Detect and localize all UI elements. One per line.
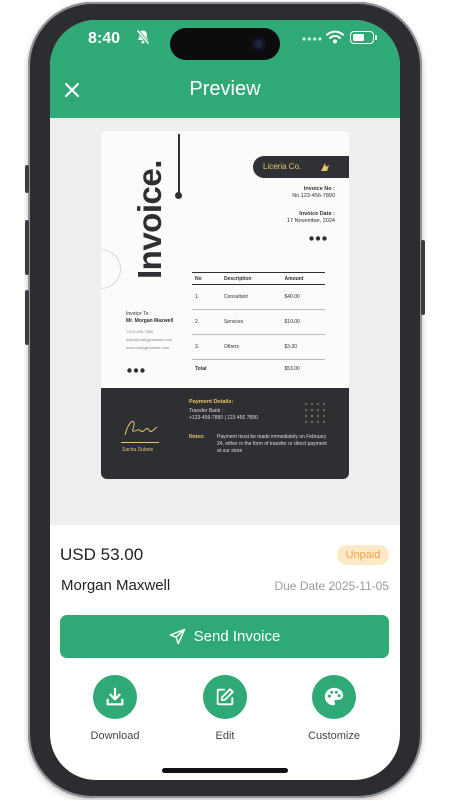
table-row: 3. Others $3.00 — [192, 334, 325, 360]
notes-text: Payment must be made immediately on Febr… — [217, 434, 327, 454]
row-amount: $3.00 — [281, 334, 325, 360]
brand-badge: Liceria Co. — [253, 156, 349, 178]
row-amount: $10.00 — [281, 309, 325, 335]
notes-label: Notes: — [189, 434, 205, 440]
payment-details-title: Payment Details: — [189, 399, 234, 405]
due-date: Due Date 2025-11-05 — [274, 579, 389, 593]
client-name: Morgan Maxwell — [61, 577, 171, 594]
edit-button[interactable]: Edit — [185, 675, 265, 742]
row-no: 1. — [192, 284, 221, 310]
signature-image — [124, 420, 158, 436]
invoice-date-label: Invoice Date : — [299, 211, 335, 217]
row-description: Consultant — [220, 284, 282, 310]
invoice-amount: USD 53.00 — [60, 545, 144, 564]
edit-icon-circle — [203, 675, 247, 719]
table-header-amount: Amount — [281, 272, 325, 285]
camera-icon — [252, 37, 266, 51]
invoice-number: No.123-456-7890 — [292, 193, 335, 199]
decorative-dot — [175, 192, 182, 199]
table-header-description: Description — [220, 272, 282, 285]
edit-icon — [216, 688, 234, 706]
dynamic-island — [170, 28, 280, 60]
decorative-line — [178, 134, 180, 194]
invoice-number-label: Invoice No : — [303, 186, 335, 192]
download-icon — [106, 687, 124, 706]
page-title: Preview — [189, 78, 261, 100]
recipient-name: Mr. Morgan Maxwell — [126, 318, 174, 324]
wifi-icon — [326, 30, 344, 44]
customize-label: Customize — [308, 730, 360, 742]
invoice-document: Invoice. Liceria Co. Invoice No : No.123… — [101, 131, 349, 479]
invoice-items-table: No Description Amount 1. Consultant $40.… — [192, 272, 325, 378]
recipient-phone: +123-456-7890 — [126, 329, 154, 334]
total-amount: $53.00 — [284, 365, 300, 372]
recipient-website: www.reallygreatsite.com — [126, 345, 170, 350]
status-badge: Unpaid — [337, 545, 389, 565]
brand-logo-icon — [321, 163, 329, 171]
dot-pattern-icon — [305, 403, 325, 423]
silent-bell-icon — [136, 29, 150, 45]
invoice-footer: Sacha Dubois Payment Details: Transfer B… — [101, 388, 349, 479]
phone-power-button — [421, 240, 425, 315]
invoice-to-label: Invoice To : — [126, 311, 152, 317]
customize-button[interactable]: Customize — [294, 675, 374, 742]
brand-name: Liceria Co. — [263, 162, 302, 171]
table-header-no: No — [192, 272, 221, 285]
edit-label: Edit — [215, 730, 235, 742]
invoice-heading: Invoice. — [131, 160, 168, 279]
recipient-email: hello@reallygreatsite.com — [126, 337, 173, 342]
more-dots-icon — [309, 236, 327, 241]
signature-name: Sacha Dubois — [122, 447, 154, 453]
invoice-recipient: Invoice To : Mr. Morgan Maxwell +123-456… — [126, 311, 173, 352]
row-no: 3. — [192, 334, 221, 360]
invoice-preview-area: Invoice. Liceria Co. Invoice No : No.123… — [50, 118, 400, 525]
table-header-row: No Description Amount — [192, 272, 325, 285]
download-button[interactable]: Download — [75, 675, 155, 742]
battery-icon — [350, 31, 377, 44]
table-row: 2. Services $10.00 — [192, 309, 325, 335]
table-row: 1. Consultant $40.00 — [192, 284, 325, 310]
phone-volume-down — [25, 290, 29, 345]
payment-details-text: Transfer Bank : +123-456-7890 | 123 456 … — [189, 408, 258, 422]
palette-icon — [324, 687, 344, 706]
row-amount: $40.00 — [281, 284, 325, 310]
signal-icon — [302, 37, 322, 41]
table-total-row: Total $53.00 — [192, 360, 325, 378]
signature-line — [121, 442, 159, 443]
row-no: 2. — [192, 309, 221, 335]
send-icon — [169, 628, 185, 645]
download-icon-circle — [93, 675, 137, 719]
header-bar: 8:40 Preview — [50, 20, 400, 118]
row-description: Services — [220, 309, 282, 335]
row-description: Others — [220, 334, 282, 360]
invoice-date-block: Invoice Date : 17 November, 2024 — [287, 211, 335, 225]
send-invoice-button[interactable]: Send Invoice — [60, 615, 389, 658]
send-invoice-label: Send Invoice — [193, 628, 281, 645]
status-time: 8:40 — [88, 30, 121, 47]
payment-bank-account: +123-456-7890 | 123 456 7890 — [189, 415, 258, 421]
download-label: Download — [90, 730, 140, 742]
more-dots-icon — [127, 368, 145, 373]
phone-mute-switch — [25, 165, 29, 193]
home-indicator[interactable] — [162, 768, 288, 773]
phone-screen: 8:40 Preview Invoice. Liceria Co. Invoic… — [50, 20, 400, 780]
decorative-circle — [101, 249, 121, 289]
invoice-number-block: Invoice No : No.123-456-7890 — [292, 186, 335, 200]
phone-volume-up — [25, 220, 29, 275]
customize-icon-circle — [312, 675, 356, 719]
payment-bank-label: Transfer Bank : — [189, 408, 223, 414]
invoice-date: 17 November, 2024 — [286, 218, 335, 224]
total-label: Total — [195, 365, 207, 372]
